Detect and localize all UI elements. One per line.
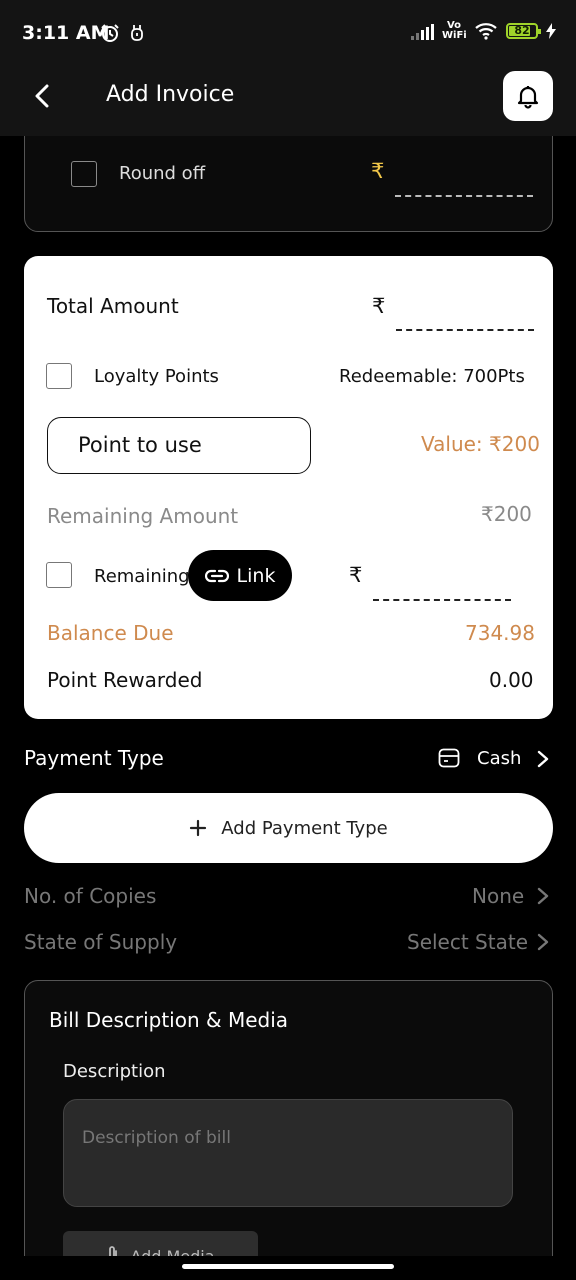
chevron-right-icon xyxy=(537,750,549,768)
battery-level: 82 xyxy=(514,24,530,37)
balance-due-value: 734.98 xyxy=(465,621,535,645)
payment-type-row[interactable]: Payment Type Cash xyxy=(0,736,576,780)
amount-card: Total Amount ₹ Loyalty Points Redeemable… xyxy=(24,256,553,719)
link-button-label: Link xyxy=(236,564,276,587)
signal-icon xyxy=(411,22,434,40)
total-amount-currency: ₹ xyxy=(372,294,386,318)
vowifi-label: Vo WiFi xyxy=(442,20,467,41)
alarm-icon xyxy=(101,24,119,42)
bill-description-title: Bill Description & Media xyxy=(49,1008,289,1032)
chevron-right-icon xyxy=(537,933,549,951)
round-off-label: Round off xyxy=(119,163,206,184)
points-to-use-input[interactable]: Point to use xyxy=(47,417,311,474)
copies-row[interactable]: No. of Copies None xyxy=(0,876,576,916)
loyalty-points-checkbox[interactable] xyxy=(46,363,72,389)
plus-icon xyxy=(190,819,207,837)
add-media-button[interactable]: Add Media xyxy=(63,1231,258,1256)
state-of-supply-value: Select State xyxy=(407,930,528,954)
round-off-input[interactable] xyxy=(395,195,533,197)
state-of-supply-label: State of Supply xyxy=(24,930,178,954)
chevron-right-icon xyxy=(537,887,549,905)
status-bar: 3:11 AM Vo WiFi 82 xyxy=(0,0,576,66)
point-rewarded-label: Point Rewarded xyxy=(47,668,203,692)
round-off-currency: ₹ xyxy=(371,159,385,183)
remaining-checkbox[interactable] xyxy=(46,562,72,588)
remaining-label: Remaining xyxy=(94,566,190,587)
notifications-button[interactable] xyxy=(503,71,553,121)
battery-icon: 82 xyxy=(506,23,541,39)
redeemable-points: Redeemable: 700Pts xyxy=(339,366,525,387)
description-label: Description xyxy=(63,1061,166,1082)
copies-label: No. of Copies xyxy=(24,884,157,908)
invoice-form[interactable]: Round off ₹ Total Amount ₹ Loyalty Point… xyxy=(0,136,576,1256)
home-indicator[interactable] xyxy=(182,1264,394,1269)
state-of-supply-row[interactable]: State of Supply Select State xyxy=(0,922,576,962)
point-rewarded-value: 0.00 xyxy=(489,668,534,692)
total-amount-label: Total Amount xyxy=(47,294,179,318)
round-off-card: Round off ₹ xyxy=(24,136,553,232)
remaining-amount-value: ₹200 xyxy=(481,502,532,526)
status-icons: Vo WiFi 82 xyxy=(411,21,556,41)
link-button[interactable]: Link xyxy=(188,550,292,601)
payment-type-label: Payment Type xyxy=(24,746,164,770)
usb-debug-icon xyxy=(131,25,143,41)
description-placeholder: Description of bill xyxy=(82,1128,231,1148)
add-payment-type-button[interactable]: Add Payment Type xyxy=(24,793,553,863)
link-icon xyxy=(204,569,229,582)
bill-description-card: Bill Description & Media Description Des… xyxy=(24,980,553,1256)
bell-icon xyxy=(517,86,539,109)
page-title: Add Invoice xyxy=(106,82,235,107)
app-header: Add Invoice xyxy=(0,66,576,136)
add-media-label: Add Media xyxy=(130,1246,215,1257)
loyalty-points-label: Loyalty Points xyxy=(94,366,219,387)
card-icon xyxy=(438,748,460,768)
round-off-checkbox[interactable] xyxy=(71,161,97,187)
remaining-currency: ₹ xyxy=(349,563,363,587)
status-time: 3:11 AM xyxy=(22,22,110,44)
copies-value: None xyxy=(472,884,525,908)
back-button[interactable] xyxy=(26,80,58,112)
charging-icon xyxy=(546,23,556,39)
points-value: Value: ₹200 xyxy=(421,432,540,456)
remaining-input[interactable] xyxy=(373,599,511,601)
wifi-icon xyxy=(475,23,497,40)
description-textarea[interactable]: Description of bill xyxy=(63,1099,513,1207)
balance-due-label: Balance Due xyxy=(47,621,174,645)
paperclip-icon xyxy=(109,1246,118,1256)
remaining-amount-label: Remaining Amount xyxy=(47,504,239,528)
payment-type-value: Cash xyxy=(477,748,522,769)
add-payment-type-label: Add Payment Type xyxy=(221,817,388,839)
total-amount-input[interactable] xyxy=(396,329,534,331)
chevron-left-icon xyxy=(35,84,49,108)
